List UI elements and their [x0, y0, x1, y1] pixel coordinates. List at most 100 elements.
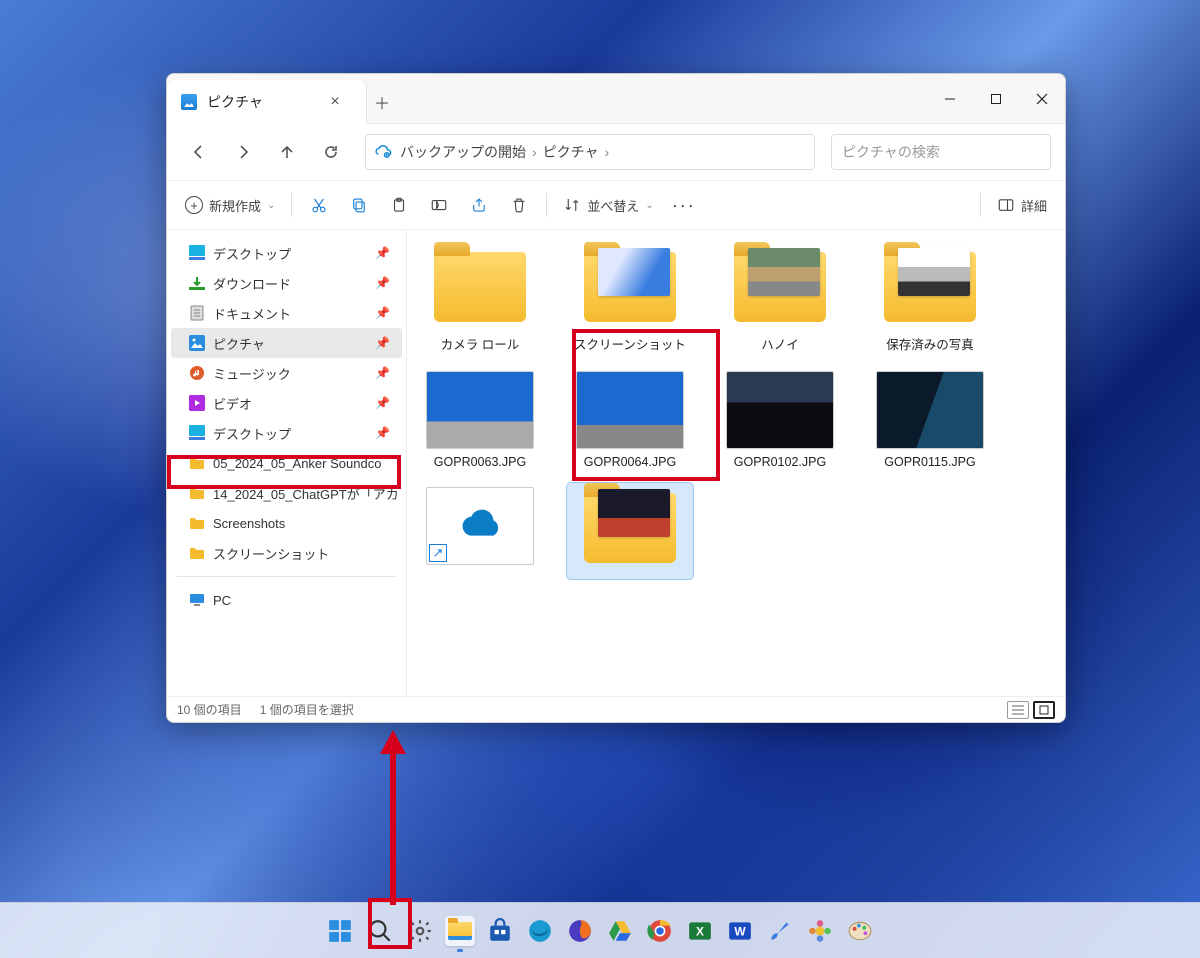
folder-item[interactable]: カメラ ロール [417, 242, 543, 357]
details-pane-button[interactable]: 詳細 [989, 188, 1055, 222]
share-button[interactable] [460, 188, 498, 222]
folder-icon [189, 485, 205, 501]
photos-app-button[interactable] [805, 916, 835, 946]
folder-icon [448, 922, 472, 940]
more-button[interactable]: ··· [664, 188, 704, 222]
document-icon [189, 305, 205, 321]
minimize-button[interactable] [927, 74, 973, 123]
new-button-label: 新規作成 [209, 196, 261, 215]
sidebar-item-videos[interactable]: ビデオ📌 [171, 388, 402, 418]
paste-button[interactable] [380, 188, 418, 222]
start-button[interactable] [325, 916, 355, 946]
image-item[interactable]: GOPR0115.JPG [867, 367, 993, 473]
up-button[interactable] [269, 134, 305, 170]
explorer-button[interactable] [445, 916, 475, 946]
sidebar-item-folder[interactable]: 14_2024_05_ChatGPTが「アカ [171, 478, 402, 508]
navigation-bar: バックアップの開始 › ピクチャ › ピクチャの検索 [167, 124, 1065, 180]
onedrive-shortcut-item[interactable]: ↗ [417, 483, 543, 579]
sort-label: 並べ替え [587, 196, 639, 215]
grid-view-button[interactable] [1033, 701, 1055, 719]
pin-icon: 📌 [375, 336, 390, 350]
sidebar-item-folder[interactable]: スクリーンショット [171, 538, 402, 568]
item-count: 10 個の項目 [177, 701, 242, 718]
copy-button[interactable] [340, 188, 378, 222]
folder-item[interactable]: ハノイ [717, 242, 843, 357]
paint-button[interactable] [845, 916, 875, 946]
brush-app-button[interactable] [765, 916, 795, 946]
folder-item[interactable]: 保存済みの写真 [867, 242, 993, 357]
store-button[interactable] [485, 916, 515, 946]
video-icon [189, 395, 205, 411]
address-bar[interactable]: バックアップの開始 › ピクチャ › [365, 134, 815, 170]
status-bar: 10 個の項目 1 個の項目を選択 [167, 696, 1065, 722]
sidebar-item-downloads[interactable]: ダウンロード📌 [171, 268, 402, 298]
plus-icon: + [185, 196, 203, 214]
search-placeholder: ピクチャの検索 [842, 142, 940, 162]
svg-text:X: X [696, 924, 704, 938]
sidebar-item-documents[interactable]: ドキュメント📌 [171, 298, 402, 328]
sort-button[interactable]: 並べ替え ⌄ [555, 188, 661, 222]
tab-close-button[interactable]: × [320, 93, 350, 111]
onedrive-icon [457, 503, 503, 549]
breadcrumb-segment[interactable]: ピクチャ [543, 142, 599, 162]
active-tab[interactable]: ピクチャ × [167, 80, 367, 124]
window-controls [927, 74, 1065, 123]
list-view-button[interactable] [1007, 701, 1029, 719]
firefox-button[interactable] [565, 916, 595, 946]
chevron-right-icon: › [605, 144, 610, 160]
forward-button[interactable] [225, 134, 261, 170]
drive-button[interactable] [605, 916, 635, 946]
close-button[interactable] [1019, 74, 1065, 123]
pictures-icon [189, 335, 205, 351]
new-button[interactable]: + 新規作成 ⌄ [177, 188, 283, 222]
sidebar-item-folder[interactable]: Screenshots [171, 508, 402, 538]
taskbar: X W [0, 902, 1200, 958]
sidebar-item-desktop[interactable]: デスクトップ📌 [171, 418, 402, 448]
onedrive-icon [374, 143, 392, 161]
desktop-icon [189, 425, 205, 441]
image-item[interactable]: GOPR0102.JPG [717, 367, 843, 473]
refresh-button[interactable] [313, 134, 349, 170]
chrome-button[interactable] [645, 916, 675, 946]
breadcrumb-segment[interactable]: バックアップの開始 [400, 142, 526, 162]
pin-icon: 📌 [375, 276, 390, 290]
sidebar-item-pictures[interactable]: ピクチャ📌 [171, 328, 402, 358]
folder-item-screenshots[interactable]: スクリーンショット [567, 242, 693, 357]
shortcut-arrow-icon: ↗ [429, 544, 447, 562]
file-explorer-window: ピクチャ × ＋ バックアップの開始 › ピクチャ [166, 73, 1066, 723]
pin-icon: 📌 [375, 396, 390, 410]
pin-icon: 📌 [375, 246, 390, 260]
pin-icon: 📌 [375, 426, 390, 440]
content-pane: カメラ ロール スクリーンショット ハノイ 保存済みの写真 [407, 230, 1065, 696]
pin-icon: 📌 [375, 366, 390, 380]
pin-icon: 📌 [375, 306, 390, 320]
pictures-icon [181, 94, 197, 110]
sidebar-item-music[interactable]: ミュージック📌 [171, 358, 402, 388]
search-button[interactable] [365, 916, 395, 946]
word-button[interactable]: W [725, 916, 755, 946]
sidebar-item-pc[interactable]: PC [171, 585, 402, 615]
toolbar: + 新規作成 ⌄ 並べ替え ⌄ ··· 詳細 [167, 180, 1065, 230]
sidebar-item-desktop[interactable]: デスクトップ📌 [171, 238, 402, 268]
back-button[interactable] [181, 134, 217, 170]
folder-item-selected[interactable] [567, 483, 693, 579]
new-tab-button[interactable]: ＋ [367, 80, 397, 123]
cut-button[interactable] [300, 188, 338, 222]
tab-title: ピクチャ [207, 92, 310, 112]
maximize-button[interactable] [973, 74, 1019, 123]
annotation-arrow [384, 730, 402, 905]
sidebar-item-folder[interactable]: 05_2024_05_Anker Soundco [171, 448, 402, 478]
image-item[interactable]: GOPR0063.JPG [417, 367, 543, 473]
music-icon [189, 365, 205, 381]
desktop-icon [189, 245, 205, 261]
rename-button[interactable] [420, 188, 458, 222]
folder-icon [189, 515, 205, 531]
image-item[interactable]: GOPR0064.JPG [567, 367, 693, 473]
delete-button[interactable] [500, 188, 538, 222]
download-icon [189, 275, 205, 291]
edge-button[interactable] [525, 916, 555, 946]
settings-button[interactable] [405, 916, 435, 946]
search-input[interactable]: ピクチャの検索 [831, 134, 1051, 170]
excel-button[interactable]: X [685, 916, 715, 946]
items-grid[interactable]: カメラ ロール スクリーンショット ハノイ 保存済みの写真 [407, 230, 1065, 696]
